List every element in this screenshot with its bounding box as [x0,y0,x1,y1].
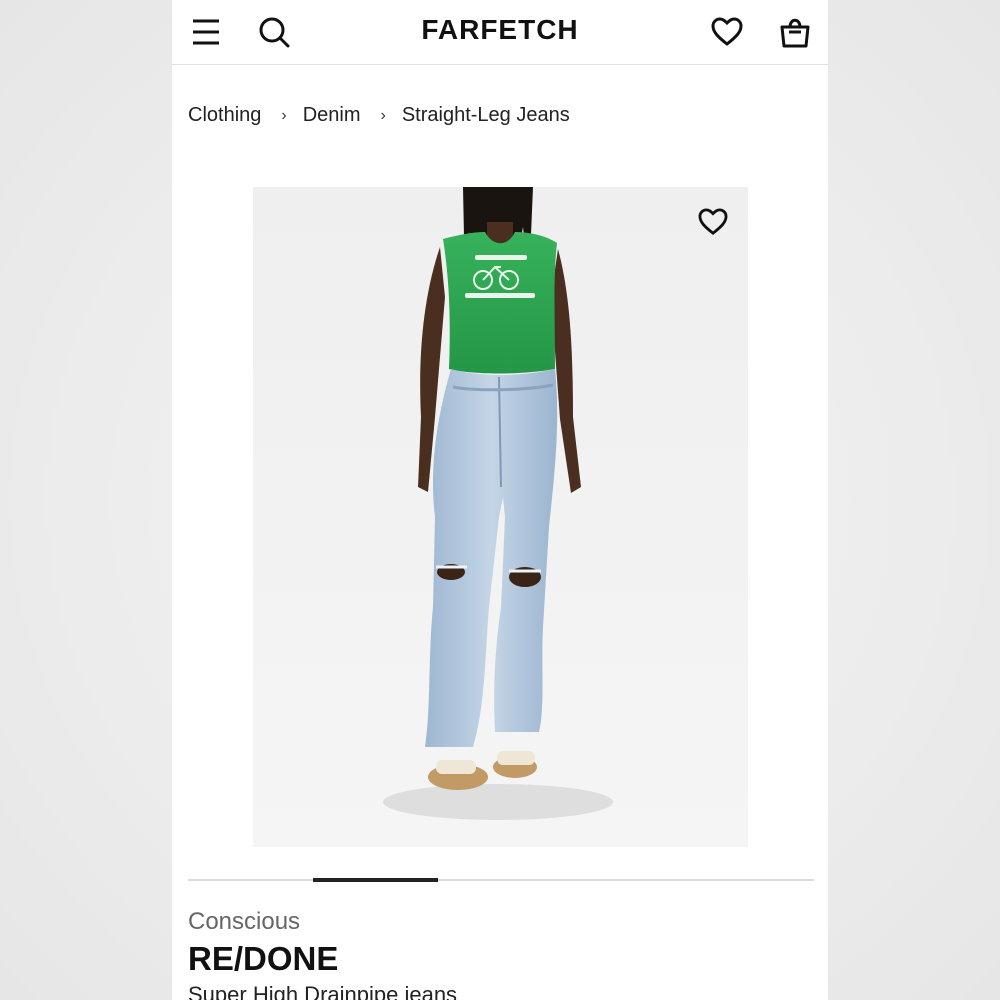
breadcrumb-denim[interactable]: Denim [303,104,361,127]
breadcrumb: Clothing › Denim › Straight-Leg Jeans [188,104,570,127]
product-name: Super High Drainpipe jeans [188,982,458,1000]
model-photo [383,187,613,820]
breadcrumb-straight-leg-jeans[interactable]: Straight-Leg Jeans [402,104,570,127]
chevron-right-icon: › [380,106,386,124]
shopping-bag-icon[interactable] [777,14,813,50]
image-gallery-progress-indicator [313,878,438,882]
heart-icon[interactable] [709,14,745,50]
image-gallery-progress [188,878,814,882]
product-page: FARFETCH Clothing › Denim › Straight-Leg… [172,0,828,1000]
conscious-tag: Conscious [188,908,301,935]
product-image[interactable] [253,187,748,847]
product-brand[interactable]: RE/DONE [188,940,338,978]
breadcrumb-clothing[interactable]: Clothing [188,104,261,127]
chevron-right-icon: › [281,106,287,124]
add-to-wishlist-heart-icon[interactable] [696,205,730,239]
top-navigation: FARFETCH [172,0,828,65]
